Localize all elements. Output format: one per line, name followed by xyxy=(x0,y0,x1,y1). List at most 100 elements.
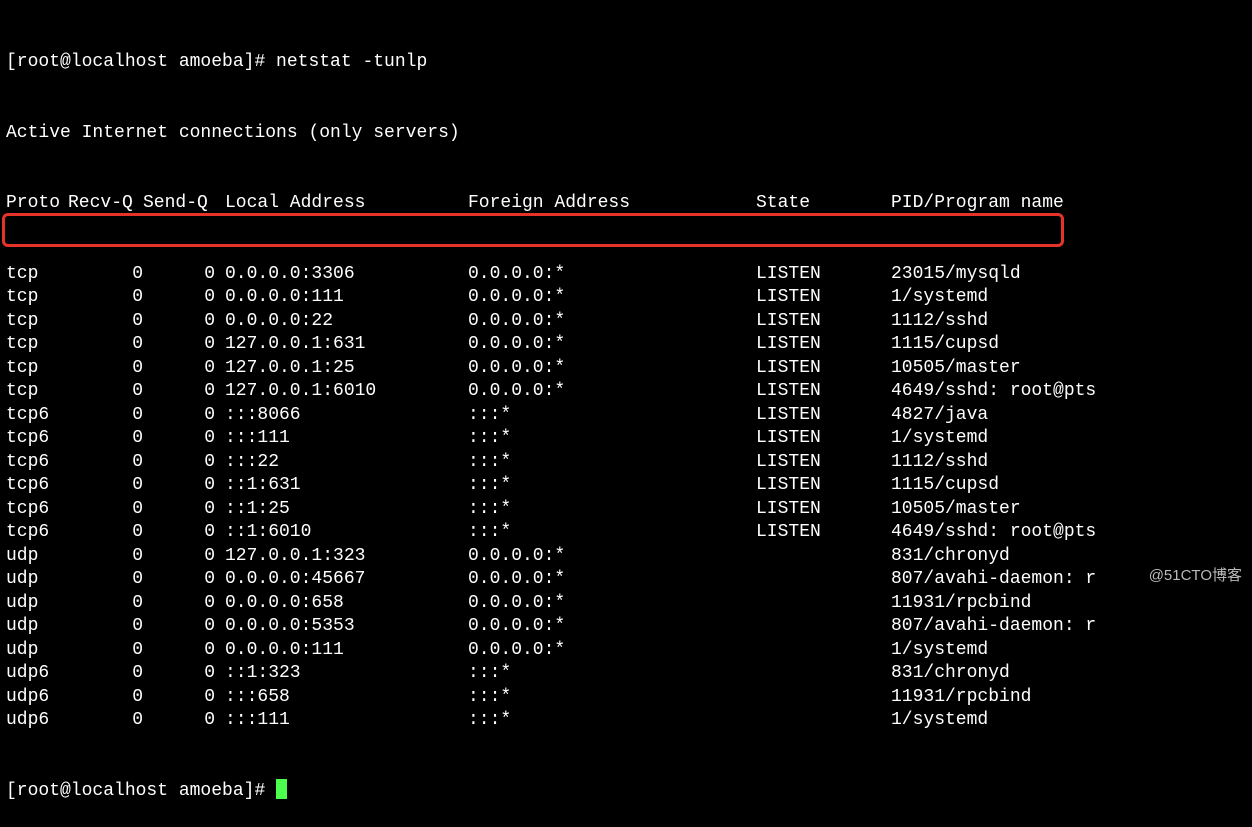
cell-recvq: 0 xyxy=(78,545,143,569)
cell-local: :::658 xyxy=(215,686,468,710)
cell-recvq: 0 xyxy=(78,263,143,287)
bottom-prompt[interactable]: [root@localhost amoeba]# xyxy=(6,780,1252,804)
table-row: udp000.0.0.0:1110.0.0.0:*1/systemd xyxy=(6,639,1252,663)
table-row: udp000.0.0.0:6580.0.0.0:*11931/rpcbind xyxy=(6,592,1252,616)
cell-recvq: 0 xyxy=(78,286,143,310)
cell-prog: 1115/cupsd xyxy=(891,474,999,498)
header-sendq: Send-Q xyxy=(143,192,215,216)
table-row: udp000.0.0.0:53530.0.0.0:*807/avahi-daem… xyxy=(6,615,1252,639)
cell-foreign: :::* xyxy=(468,474,756,498)
cell-proto: udp xyxy=(6,639,78,663)
cell-proto: tcp6 xyxy=(6,474,78,498)
cell-proto: tcp xyxy=(6,357,78,381)
cell-sendq: 0 xyxy=(143,404,215,428)
cell-recvq: 0 xyxy=(78,333,143,357)
cell-recvq: 0 xyxy=(78,662,143,686)
cell-recvq: 0 xyxy=(78,521,143,545)
terminal-output[interactable]: [root@localhost amoeba]# netstat -tunlp … xyxy=(0,4,1252,827)
cell-state: LISTEN xyxy=(756,333,891,357)
table-row: tcp000.0.0.0:220.0.0.0:*LISTEN1112/sshd xyxy=(6,310,1252,334)
cell-recvq: 0 xyxy=(78,498,143,522)
header-foreign: Foreign Address xyxy=(468,192,756,216)
cell-state: LISTEN xyxy=(756,404,891,428)
cell-recvq: 0 xyxy=(78,639,143,663)
table-row: udp600::1:323:::*831/chronyd xyxy=(6,662,1252,686)
cell-local: :::111 xyxy=(215,709,468,733)
cell-sendq: 0 xyxy=(143,263,215,287)
cell-recvq: 0 xyxy=(78,686,143,710)
cell-state: LISTEN xyxy=(756,498,891,522)
table-row: udp000.0.0.0:456670.0.0.0:*807/avahi-dae… xyxy=(6,568,1252,592)
cell-recvq: 0 xyxy=(78,451,143,475)
cell-prog: 4827/java xyxy=(891,404,988,428)
cell-state: LISTEN xyxy=(756,263,891,287)
cell-proto: udp xyxy=(6,592,78,616)
table-row: tcp000.0.0.0:1110.0.0.0:*LISTEN1/systemd xyxy=(6,286,1252,310)
cell-foreign: 0.0.0.0:* xyxy=(468,568,756,592)
cell-proto: tcp xyxy=(6,310,78,334)
cell-local: :::8066 xyxy=(215,404,468,428)
cell-local: 0.0.0.0:3306 xyxy=(215,263,468,287)
cell-local: ::1:25 xyxy=(215,498,468,522)
cell-state: LISTEN xyxy=(756,380,891,404)
cell-recvq: 0 xyxy=(78,474,143,498)
cell-foreign: :::* xyxy=(468,521,756,545)
cell-prog: 10505/master xyxy=(891,357,1021,381)
cell-local: 0.0.0.0:111 xyxy=(215,639,468,663)
table-row: tcp600::1:6010:::*LISTEN4649/sshd: root@… xyxy=(6,521,1252,545)
cell-prog: 807/avahi-daemon: r xyxy=(891,615,1096,639)
cell-foreign: :::* xyxy=(468,404,756,428)
table-row: tcp600:::22:::*LISTEN1112/sshd xyxy=(6,451,1252,475)
cell-sendq: 0 xyxy=(143,357,215,381)
cell-sendq: 0 xyxy=(143,568,215,592)
cell-sendq: 0 xyxy=(143,498,215,522)
cell-sendq: 0 xyxy=(143,427,215,451)
cell-local: 127.0.0.1:631 xyxy=(215,333,468,357)
cell-proto: udp xyxy=(6,545,78,569)
cell-prog: 1/systemd xyxy=(891,286,988,310)
command-line: [root@localhost amoeba]# netstat -tunlp xyxy=(6,51,1252,75)
cell-local: :::22 xyxy=(215,451,468,475)
cell-local: 0.0.0.0:22 xyxy=(215,310,468,334)
table-row: tcp600::1:25:::*LISTEN10505/master xyxy=(6,498,1252,522)
table-row: tcp600:::8066:::*LISTEN4827/java xyxy=(6,404,1252,428)
cell-prog: 1112/sshd xyxy=(891,451,988,475)
cell-proto: tcp6 xyxy=(6,451,78,475)
cell-prog: 4649/sshd: root@pts xyxy=(891,380,1096,404)
table-row: tcp00127.0.0.1:60100.0.0.0:*LISTEN4649/s… xyxy=(6,380,1252,404)
cell-sendq: 0 xyxy=(143,286,215,310)
cell-sendq: 0 xyxy=(143,639,215,663)
cell-prog: 4649/sshd: root@pts xyxy=(891,521,1096,545)
title-line: Active Internet connections (only server… xyxy=(6,122,1252,146)
cell-foreign: :::* xyxy=(468,709,756,733)
cell-prog: 831/chronyd xyxy=(891,662,1010,686)
cell-foreign: 0.0.0.0:* xyxy=(468,592,756,616)
header-local: Local Address xyxy=(215,192,468,216)
cell-sendq: 0 xyxy=(143,474,215,498)
cell-proto: tcp6 xyxy=(6,427,78,451)
table-row: tcp00127.0.0.1:6310.0.0.0:*LISTEN1115/cu… xyxy=(6,333,1252,357)
cell-local: 127.0.0.1:323 xyxy=(215,545,468,569)
header-recvq: Recv-Q xyxy=(68,192,143,216)
cell-local: 0.0.0.0:5353 xyxy=(215,615,468,639)
cell-prog: 1/systemd xyxy=(891,427,988,451)
cell-sendq: 0 xyxy=(143,686,215,710)
cell-recvq: 0 xyxy=(78,427,143,451)
header-proto: Proto xyxy=(6,192,68,216)
cell-recvq: 0 xyxy=(78,709,143,733)
cell-prog: 1/systemd xyxy=(891,709,988,733)
cell-prog: 1/systemd xyxy=(891,639,988,663)
cell-sendq: 0 xyxy=(143,451,215,475)
cell-sendq: 0 xyxy=(143,310,215,334)
cell-sendq: 0 xyxy=(143,333,215,357)
cell-state: LISTEN xyxy=(756,474,891,498)
cell-state: LISTEN xyxy=(756,427,891,451)
cell-local: 0.0.0.0:45667 xyxy=(215,568,468,592)
cell-foreign: 0.0.0.0:* xyxy=(468,639,756,663)
cell-proto: tcp6 xyxy=(6,521,78,545)
cell-prog: 831/chronyd xyxy=(891,545,1010,569)
cell-proto: tcp6 xyxy=(6,498,78,522)
header-state: State xyxy=(756,192,891,216)
cell-recvq: 0 xyxy=(78,615,143,639)
cell-recvq: 0 xyxy=(78,592,143,616)
